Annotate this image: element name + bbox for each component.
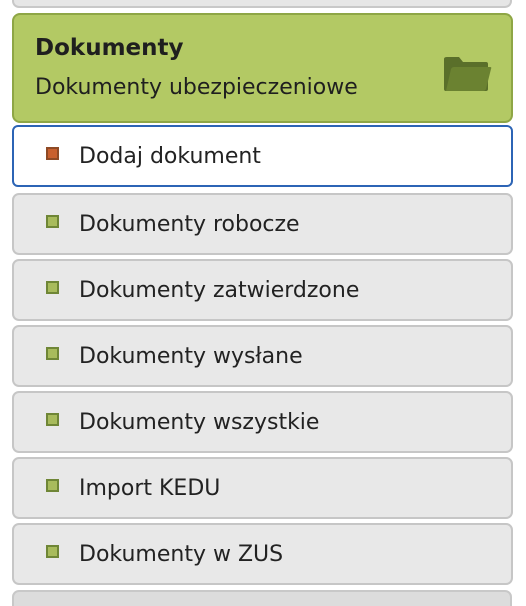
menu-item-label: Dokumenty zatwierdzone [79, 278, 360, 303]
bullet-icon [46, 479, 59, 492]
next-menu-item-partial[interactable] [12, 590, 512, 606]
menu-item-draft-documents[interactable]: Dokumenty robocze [12, 193, 513, 255]
menu-item-import-kedu[interactable]: Import KEDU [12, 457, 513, 519]
menu-item-label: Dokumenty w ZUS [79, 542, 284, 567]
menu-item-sent-documents[interactable]: Dokumenty wysłane [12, 325, 513, 387]
section-title: Dokumenty [35, 35, 184, 61]
section-subtitle: Dokumenty ubezpieczeniowe [35, 75, 358, 100]
bullet-icon [46, 347, 59, 360]
bullet-icon [46, 147, 59, 160]
menu-item-documents-in-zus[interactable]: Dokumenty w ZUS [12, 523, 513, 585]
menu-item-label: Dokumenty wysłane [79, 344, 303, 369]
bullet-icon [46, 215, 59, 228]
menu-item-label: Dokumenty robocze [79, 212, 300, 237]
bullet-icon [46, 545, 59, 558]
menu-item-add-document[interactable]: Dodaj dokument [12, 125, 513, 187]
menu-item-label: Dodaj dokument [79, 144, 261, 169]
menu-item-approved-documents[interactable]: Dokumenty zatwierdzone [12, 259, 513, 321]
sidebar-panel: Dokumenty Dokumenty ubezpieczeniowe Doda… [0, 0, 526, 606]
bullet-icon [46, 413, 59, 426]
menu-item-all-documents[interactable]: Dokumenty wszystkie [12, 391, 513, 453]
section-header-documents[interactable]: Dokumenty Dokumenty ubezpieczeniowe [12, 13, 513, 123]
bullet-icon [46, 281, 59, 294]
folder-icon [444, 57, 492, 91]
menu-item-label: Dokumenty wszystkie [79, 410, 320, 435]
previous-menu-item-partial[interactable] [12, 0, 512, 8]
menu-item-label: Import KEDU [79, 476, 221, 501]
